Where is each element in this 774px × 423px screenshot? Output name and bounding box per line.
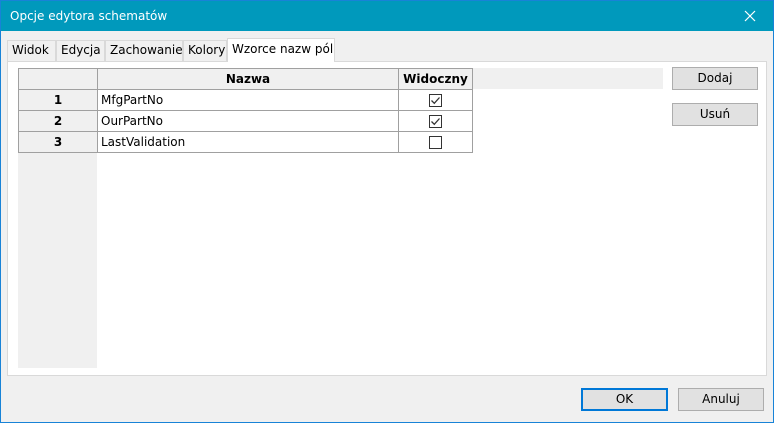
- name-cell[interactable]: LastValidation: [97, 131, 399, 153]
- checkmark-icon: [431, 117, 440, 125]
- visible-checkbox[interactable]: [429, 93, 442, 107]
- close-icon: [744, 10, 756, 22]
- tab-edycja[interactable]: Edycja: [56, 40, 105, 61]
- cancel-button[interactable]: Anuluj: [678, 388, 764, 411]
- column-header-nazwa[interactable]: Nazwa: [97, 68, 399, 90]
- visible-cell[interactable]: [398, 110, 473, 132]
- title-bar: Opcje edytora schematów: [1, 1, 773, 31]
- grid-header-row: Nazwa Widoczny: [18, 68, 473, 90]
- name-cell[interactable]: MfgPartNo: [97, 89, 399, 111]
- visible-checkbox[interactable]: [429, 114, 442, 128]
- remove-button[interactable]: Usuń: [672, 103, 758, 126]
- dialog-window: Opcje edytora schematów Widok Edycja Zac…: [0, 0, 774, 423]
- row-number[interactable]: 1: [18, 89, 98, 111]
- add-button[interactable]: Dodaj: [672, 67, 758, 90]
- visible-checkbox[interactable]: [429, 135, 442, 149]
- tab-panel: Nazwa Widoczny 1 MfgPartNo 2 OurPartNo 3…: [7, 61, 767, 376]
- tab-zachowanie[interactable]: Zachowanie: [105, 40, 183, 61]
- visible-cell[interactable]: [398, 89, 473, 111]
- field-pattern-grid[interactable]: Nazwa Widoczny 1 MfgPartNo 2 OurPartNo 3…: [18, 68, 663, 368]
- table-row[interactable]: 1 MfgPartNo: [18, 89, 473, 111]
- grid-corner-cell[interactable]: [18, 68, 98, 90]
- window-title: Opcje edytora schematów: [10, 9, 168, 23]
- ok-button[interactable]: OK: [581, 388, 668, 411]
- grid-table: Nazwa Widoczny 1 MfgPartNo 2 OurPartNo 3…: [18, 68, 473, 153]
- column-header-widoczny[interactable]: Widoczny: [398, 68, 473, 90]
- row-number[interactable]: 3: [18, 131, 98, 153]
- row-number[interactable]: 2: [18, 110, 98, 132]
- visible-cell[interactable]: [398, 131, 473, 153]
- tab-wzorce-nazw-pol[interactable]: Wzorce nazw pól: [227, 38, 335, 62]
- tab-widok[interactable]: Widok: [7, 40, 56, 61]
- name-cell[interactable]: OurPartNo: [97, 110, 399, 132]
- table-row[interactable]: 2 OurPartNo: [18, 110, 473, 132]
- close-button[interactable]: [727, 1, 773, 31]
- table-row[interactable]: 3 LastValidation: [18, 131, 473, 153]
- tab-kolory[interactable]: Kolory: [183, 40, 227, 61]
- checkmark-icon: [431, 96, 440, 104]
